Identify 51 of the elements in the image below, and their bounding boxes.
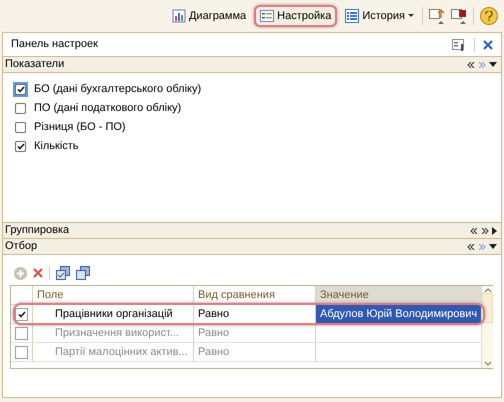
- upload-icon[interactable]: [429, 7, 445, 25]
- checkbox[interactable]: [13, 139, 28, 154]
- table-cell-text: Абдулов Юрій Володимирович: [320, 306, 478, 322]
- section-header[interactable]: Группировка: [3, 222, 501, 239]
- chart-icon: [172, 9, 186, 23]
- toolbar-button[interactable]: Настройка: [254, 5, 338, 27]
- scroll-up-icon[interactable]: [484, 288, 492, 293]
- table-cell-text: Равно: [198, 344, 230, 360]
- double-left-icon[interactable]: [470, 228, 478, 234]
- save-icon[interactable]: [451, 7, 467, 25]
- double-left-icon[interactable]: [467, 62, 475, 68]
- table-cell-text: Равно: [198, 326, 230, 341]
- expanded-triangle-icon[interactable]: [489, 62, 497, 67]
- option-label: ПО (дані податкового обліку): [34, 101, 182, 116]
- panel-title: Панель настроек: [11, 37, 98, 52]
- checkmark-icon: [16, 143, 24, 150]
- collapsed-triangle-icon[interactable]: [492, 226, 497, 234]
- scroll-down-icon[interactable]: [484, 361, 492, 366]
- close-icon[interactable]: [483, 40, 493, 50]
- section-header[interactable]: Показатели: [3, 56, 501, 73]
- uncheck-all-icon[interactable]: [76, 266, 90, 280]
- section-header[interactable]: Отбор: [3, 238, 501, 255]
- checkbox[interactable]: [15, 326, 28, 340]
- checkbox[interactable]: [13, 82, 28, 97]
- option-label: Різниця (БО - ПО): [34, 120, 126, 136]
- settings-icon[interactable]: [452, 38, 466, 50]
- list-icon: [345, 9, 360, 23]
- column-header[interactable]: Значение: [316, 286, 482, 304]
- checkbox[interactable]: [15, 308, 28, 320]
- option-label: БО (дані бухгалтерського обліку): [34, 82, 202, 98]
- table-cell-text: Працівники організацій: [55, 306, 173, 322]
- table-cell-text: Партії малоцінних актив...: [55, 344, 188, 360]
- checkbox[interactable]: [13, 120, 28, 135]
- table-cell-text: Призначення використ...: [55, 326, 179, 341]
- expanded-triangle-icon[interactable]: [489, 244, 497, 249]
- double-left-icon[interactable]: [467, 244, 475, 250]
- option-label: Кількість: [34, 139, 79, 154]
- checkbox[interactable]: [15, 346, 28, 358]
- checkmark-icon: [16, 86, 24, 93]
- form-icon: [260, 10, 274, 22]
- table-cell-text: Равно: [198, 306, 230, 322]
- checkmark-icon: [18, 310, 26, 318]
- checkbox[interactable]: [13, 101, 28, 116]
- column-header[interactable]: Поле: [33, 286, 194, 304]
- double-right-icon[interactable]: [481, 228, 489, 234]
- toolbar-button[interactable]: Диаграмма: [170, 5, 248, 27]
- check-all-icon[interactable]: [56, 266, 70, 280]
- delete-icon[interactable]: [33, 268, 43, 278]
- scrollbar[interactable]: [481, 286, 494, 368]
- help-icon[interactable]: [480, 7, 498, 25]
- toolbar-button[interactable]: История: [343, 5, 416, 27]
